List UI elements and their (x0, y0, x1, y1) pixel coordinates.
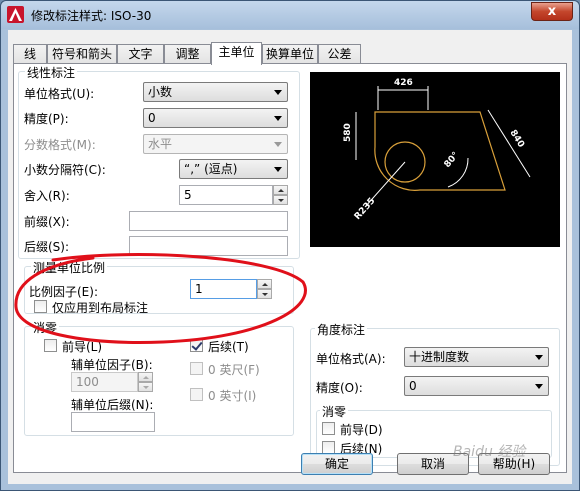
angular-zero-title: 消零 (320, 403, 349, 420)
layout-only-checkbox[interactable] (34, 300, 47, 313)
fraction-format-select: 水平 (143, 134, 288, 154)
fraction-format-label: 分数格式(M): (24, 138, 96, 152)
trailing-zero-label: 后续(T) (208, 340, 249, 354)
spin-down-icon[interactable] (257, 289, 272, 299)
angular-precision-select[interactable]: 0 (404, 376, 549, 396)
zero-suppression-title: 消零 (31, 319, 60, 336)
unit-format-label: 单位格式(U): (24, 87, 95, 101)
sub-unit-suffix-label: 辅单位后缀(N): (71, 398, 154, 412)
sub-unit-factor-input: 100 (71, 372, 138, 392)
unit-format-select[interactable]: 小数 (143, 82, 288, 102)
spin-down-icon (138, 382, 153, 392)
prefix-label: 前缀(X): (24, 215, 70, 229)
chevron-down-icon (274, 167, 282, 172)
angular-precision-value: 0 (409, 379, 417, 393)
decimal-separator-select[interactable]: “,” (逗点) (179, 159, 288, 179)
dim-text-angle: 80° (443, 150, 462, 169)
precision-label: 精度(P): (24, 112, 69, 126)
dialog-window: 修改标注样式: ISO-30 x 线 符号和箭头 文字 调整 主单位 换算单位 … (0, 0, 580, 491)
tab-symbols-arrows[interactable]: 符号和箭头 (47, 44, 117, 64)
tab-fit[interactable]: 调整 (164, 44, 211, 64)
spin-up-icon (138, 372, 153, 382)
precision-value: 0 (148, 111, 156, 125)
layout-only-label: 仅应用到布局标注 (52, 301, 149, 315)
zero-feet-label: 0 英尺(F) (208, 363, 260, 377)
autocad-logo-icon (7, 6, 24, 23)
leading-zero-checkbox[interactable] (44, 339, 57, 352)
prefix-input[interactable] (129, 211, 288, 231)
sub-unit-factor-spinner (138, 372, 153, 392)
tab-text[interactable]: 文字 (117, 44, 164, 64)
scale-group-title: 测量单位比例 (31, 259, 108, 276)
angular-precision-label: 精度(O): (316, 381, 363, 395)
spin-up-icon[interactable] (257, 279, 272, 289)
scale-factor-input[interactable]: 1 (190, 279, 257, 299)
tab-tolerances[interactable]: 公差 (318, 44, 361, 64)
suffix-input[interactable] (129, 236, 288, 256)
leading-zero-label: 前导(L) (62, 340, 103, 354)
dim-text-top: 426 (394, 78, 413, 88)
scale-factor-spinner[interactable] (257, 279, 272, 299)
dialog-client: 线 符号和箭头 文字 调整 主单位 换算单位 公差 线性标注 单位格式(U): … (8, 30, 572, 484)
precision-select[interactable]: 0 (143, 108, 288, 128)
tab-lines[interactable]: 线 (13, 44, 47, 64)
close-button[interactable]: x (531, 2, 573, 21)
chevron-down-icon (535, 355, 543, 360)
zero-inches-checkbox (190, 388, 203, 401)
angular-unit-format-label: 单位格式(A): (316, 352, 386, 366)
spin-down-icon[interactable] (273, 195, 288, 205)
zero-inches-label: 0 英寸(I) (208, 389, 257, 403)
dim-text-radius: R235 (353, 196, 378, 222)
tab-primary-units[interactable]: 主单位 (211, 42, 262, 65)
spin-up-icon[interactable] (273, 185, 288, 195)
chevron-down-icon (274, 116, 282, 121)
angular-unit-format-select[interactable]: 十进制度数 (404, 347, 549, 367)
chevron-down-icon (535, 384, 543, 389)
linear-group-title: 线性标注 (25, 64, 78, 81)
sub-unit-suffix-input[interactable] (71, 412, 155, 432)
tab-alternate-units[interactable]: 换算单位 (262, 44, 318, 64)
chevron-down-icon (274, 90, 282, 95)
zero-feet-checkbox (190, 362, 203, 375)
baidu-watermark: Baidu 经验 (453, 444, 526, 460)
preview-drawing: 426 580 840 80° R235 (343, 78, 531, 222)
trailing-zero-checkbox[interactable] (190, 339, 203, 352)
chevron-down-icon (274, 142, 282, 147)
fraction-format-value: 水平 (148, 137, 173, 151)
title-bar[interactable]: 修改标注样式: ISO-30 x (1, 1, 579, 29)
decimal-separator-label: 小数分隔符(C): (24, 163, 106, 177)
dialog-title: 修改标注样式: ISO-30 (31, 9, 152, 23)
angular-leading-label: 前导(D) (340, 423, 383, 437)
round-off-input[interactable]: 5 (179, 185, 273, 205)
sub-unit-factor-label: 辅单位因子(B): (71, 358, 153, 372)
decimal-separator-value: “,” (逗点) (184, 162, 238, 176)
dimension-preview: 426 580 840 80° R235 (310, 72, 560, 247)
scale-factor-label: 比例因子(E): (29, 285, 98, 299)
ok-button[interactable]: 确定 (301, 453, 373, 475)
unit-format-value: 小数 (148, 85, 173, 99)
angular-unit-format-value: 十进制度数 (409, 350, 470, 364)
angular-group-title: 角度标注 (315, 321, 368, 338)
round-off-spinner[interactable] (273, 185, 288, 205)
suffix-label: 后缀(S): (24, 240, 70, 254)
round-off-label: 舍入(R): (24, 189, 70, 203)
primary-units-panel: 线性标注 单位格式(U): 小数 精度(P): 0 分数格式(M): 水平 小数… (13, 63, 567, 473)
dim-text-left: 580 (343, 123, 353, 142)
angular-leading-checkbox[interactable] (322, 422, 335, 435)
